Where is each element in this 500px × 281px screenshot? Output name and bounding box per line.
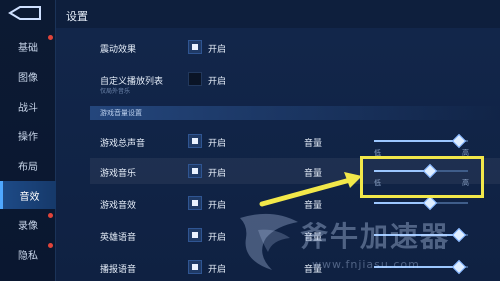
setting-label: 游戏音乐 [100,169,137,179]
hero-voice-checkbox[interactable] [188,228,202,242]
master-volume-checkbox[interactable] [188,134,202,148]
watermark-text: 斧牛加速器 [300,220,451,253]
checkbox-label: 开启 [208,45,227,55]
sidebar-item-label: 音效 [19,191,40,203]
sidebar-item-combat[interactable]: 战斗 [0,92,56,120]
broadcast-voice-checkbox[interactable] [188,260,202,274]
sidebar: 基础 图像 战斗 操作 布局 音效 录像 隐私 [0,0,56,281]
checkbox-label: 开启 [208,233,227,243]
sidebar-item-label: 操作 [18,131,38,143]
setting-row-vibration: 震动效果 开启 [90,34,500,60]
slider-thumb[interactable] [451,227,466,243]
slider-thumb[interactable] [423,195,438,211]
setting-row-master-volume: 游戏总声音 开启 音量 低 高 [90,128,500,157]
checkbox-label: 开启 [208,169,227,179]
sidebar-item-label: 战斗 [18,102,38,114]
sidebar-item-label: 图像 [18,72,38,84]
checkbox-label: 开启 [208,77,227,87]
slider-thumb[interactable] [451,133,466,149]
notification-dot [48,35,53,40]
setting-label: 游戏音效 [100,201,137,211]
watermark-url: www.fnjiasu.com [312,258,420,271]
sidebar-item-label: 隐私 [18,250,38,262]
pointer-arrow-icon [259,172,362,207]
playlist-checkbox[interactable] [188,72,202,86]
sfx-volume-slider[interactable] [374,195,468,211]
checkbox-label: 开启 [208,201,227,211]
setting-sublabel: 仅局外音乐 [100,88,131,95]
vibration-checkbox[interactable] [188,40,202,54]
checkbox-label: 开启 [208,139,227,149]
setting-label: 英雄语音 [100,233,137,243]
notification-dot [48,243,53,248]
setting-label: 游戏总声音 [100,139,146,149]
slider-fill [374,140,459,142]
master-volume-slider[interactable] [374,133,468,149]
setting-label: 震动效果 [100,45,137,55]
sidebar-item-sound[interactable]: 音效 [0,181,56,209]
sidebar-item-label: 布局 [18,161,38,173]
sidebar-item-privacy[interactable]: 隐私 [0,240,56,268]
checkbox-label: 开启 [208,265,227,275]
highlight-box [360,156,484,198]
sidebar-item-label: 录像 [18,220,38,232]
slider-thumb[interactable] [451,259,466,275]
notification-dot [48,213,53,218]
setting-row-playlist: 自定义播放列表 仅局外音乐 开启 [90,66,500,95]
sidebar-item-layout[interactable]: 布局 [0,151,56,179]
sidebar-item-replay[interactable]: 录像 [0,210,56,238]
setting-label: 播报语音 [100,265,137,275]
watermark-logo-icon [240,213,298,270]
back-icon[interactable] [6,4,44,22]
sidebar-item-label: 基础 [18,42,38,54]
sidebar-item-graphics[interactable]: 图像 [0,62,56,90]
volume-label: 音量 [304,139,323,149]
sfx-checkbox[interactable] [188,196,202,210]
sidebar-item-controls[interactable]: 操作 [0,121,56,149]
sidebar-item-basic[interactable]: 基础 [0,32,56,60]
page-title: 设置 [66,10,88,23]
section-header-volume: 游戏音量设置 [90,106,500,120]
music-checkbox[interactable] [188,164,202,178]
